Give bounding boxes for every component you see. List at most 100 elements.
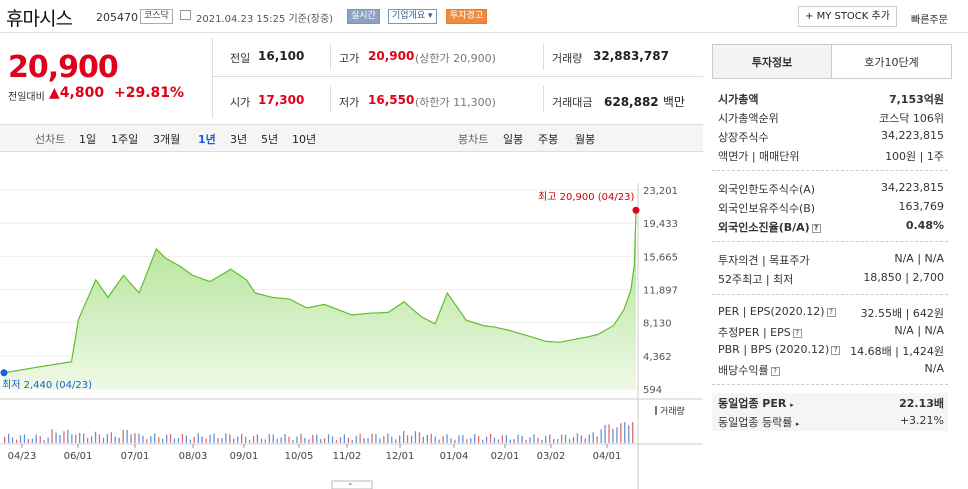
volume-bar (15, 439, 18, 443)
volume-bar (201, 436, 203, 443)
volume-bar (584, 438, 586, 443)
x-tick-label: 10/05 (285, 451, 314, 462)
y-tick-label: 594 (643, 385, 662, 396)
volume-bar (225, 433, 227, 443)
volume-bar (27, 438, 29, 443)
par-row: 액면가 | 매매단위 100원 | 1주 (718, 150, 944, 163)
volume-bar (399, 435, 401, 443)
line-chart-label: 선차트 (35, 133, 66, 146)
volume-bar (39, 436, 41, 443)
info-icon[interactable]: ? (770, 367, 780, 376)
volume-bar (505, 435, 507, 443)
volume-legend-swatch (655, 406, 657, 415)
volume-bar (612, 428, 614, 443)
volume-bar (434, 436, 436, 443)
tab-1y[interactable]: 1년 (198, 131, 216, 147)
sector-per-row[interactable]: 동일업종 PER ▸ 22.13배 (712, 393, 948, 412)
tab-daily[interactable]: 일봉 (503, 131, 523, 147)
y-tick-label: 11,897 (643, 286, 678, 297)
info-icon[interactable]: ? (826, 308, 836, 317)
tab-5y[interactable]: 5년 (261, 131, 278, 147)
warning-badge: 투자경고 (446, 9, 488, 24)
volume-bar (557, 439, 559, 443)
volume-bar (335, 440, 338, 443)
volume-bar (478, 436, 480, 443)
volume-bar (19, 435, 22, 443)
volume-bar (462, 435, 464, 443)
tab-invest-info[interactable]: 투자정보 (712, 44, 832, 79)
volume-bar (284, 434, 286, 443)
tab-10y[interactable]: 10년 (292, 131, 316, 147)
volume-bar (300, 433, 302, 443)
divider (330, 86, 331, 112)
info-icon[interactable]: ? (831, 346, 841, 355)
volume-bar (158, 437, 160, 443)
volume-bar (430, 433, 432, 443)
volume-bar (497, 439, 500, 443)
info-icon[interactable]: ? (811, 224, 821, 233)
divider (712, 170, 948, 171)
prev-close-value: 16,100 (258, 49, 305, 63)
x-tick-label: 02/01 (491, 451, 520, 462)
divider (712, 241, 948, 242)
volume-bar (23, 434, 26, 443)
high-marker (632, 206, 640, 214)
volume-bar (541, 440, 543, 443)
volume-bar (576, 433, 579, 443)
volume-bar (130, 434, 132, 443)
tab-3y[interactable]: 3년 (230, 131, 247, 147)
volume-bar (351, 440, 353, 443)
my-stock-add-button[interactable]: + MY STOCK 추가 (798, 6, 897, 27)
market-cap-row: 시가총액 7,153억원 (718, 93, 944, 106)
info-icon[interactable]: ? (792, 329, 802, 338)
company-overview-dropdown[interactable]: 기업개요 ▾ (388, 9, 437, 24)
volume-bar (189, 439, 191, 443)
volume-bar (316, 434, 318, 443)
volume-bar (126, 429, 128, 443)
volume-bar (608, 424, 610, 443)
tab-monthly[interactable]: 월봉 (575, 131, 595, 147)
prev-close-label: 전일 (230, 52, 251, 65)
tab-weekly[interactable]: 주봉 (538, 131, 558, 147)
volume-bar (229, 434, 231, 443)
divider (543, 86, 544, 112)
calendar-icon (180, 10, 191, 20)
realtime-badge[interactable]: 실시간 (347, 9, 380, 24)
volume-bar (138, 433, 140, 443)
quick-order-link[interactable]: 빠른주문 (911, 11, 948, 26)
volume-bar (181, 433, 184, 443)
per-row: PER | EPS(2020.12)? 32.55배 | 642원 (718, 305, 944, 320)
volume-bar (406, 435, 409, 443)
change-percent: +29.81% (114, 85, 185, 101)
divider (543, 44, 544, 70)
dividend-row: 배당수익률? N/A (718, 362, 944, 377)
volume-bar (501, 435, 503, 443)
y-tick-label: 23,201 (643, 186, 678, 197)
volume-bar (308, 439, 310, 443)
tab-1d[interactable]: 1일 (79, 131, 96, 147)
x-tick-label: 06/01 (64, 451, 93, 462)
current-price: 20,900 (8, 50, 119, 85)
volume-bar (197, 432, 199, 443)
volume-bar (90, 436, 93, 443)
volume-bar (106, 434, 108, 443)
chevron-up-icon[interactable]: ⌃ (347, 482, 354, 489)
sector-rate-row[interactable]: 동일업종 등락률 ▸ +3.21% (712, 412, 948, 431)
volume-bar (142, 435, 144, 443)
volume-bar (118, 437, 120, 443)
volume-bar (114, 436, 116, 443)
volume-bar (55, 432, 57, 443)
volume-bar (561, 434, 563, 443)
volume-bar (292, 440, 294, 443)
tab-3m[interactable]: 3개월 (153, 131, 180, 147)
volume-bar (359, 433, 361, 443)
tab-order-book[interactable]: 호가10단계 (831, 44, 952, 79)
volume-bar (403, 430, 405, 443)
volume-bar (493, 437, 496, 443)
tab-1w[interactable]: 1주일 (111, 131, 138, 147)
volume-bar (454, 439, 456, 443)
volume-bar (94, 431, 97, 443)
volume-bar (276, 438, 278, 443)
chart-tab-bar: 선차트 1일 1주일 3개월 1년 3년 5년 10년 봉차트 일봉 주봉 월봉 (0, 124, 703, 152)
volume-bar (98, 434, 101, 443)
